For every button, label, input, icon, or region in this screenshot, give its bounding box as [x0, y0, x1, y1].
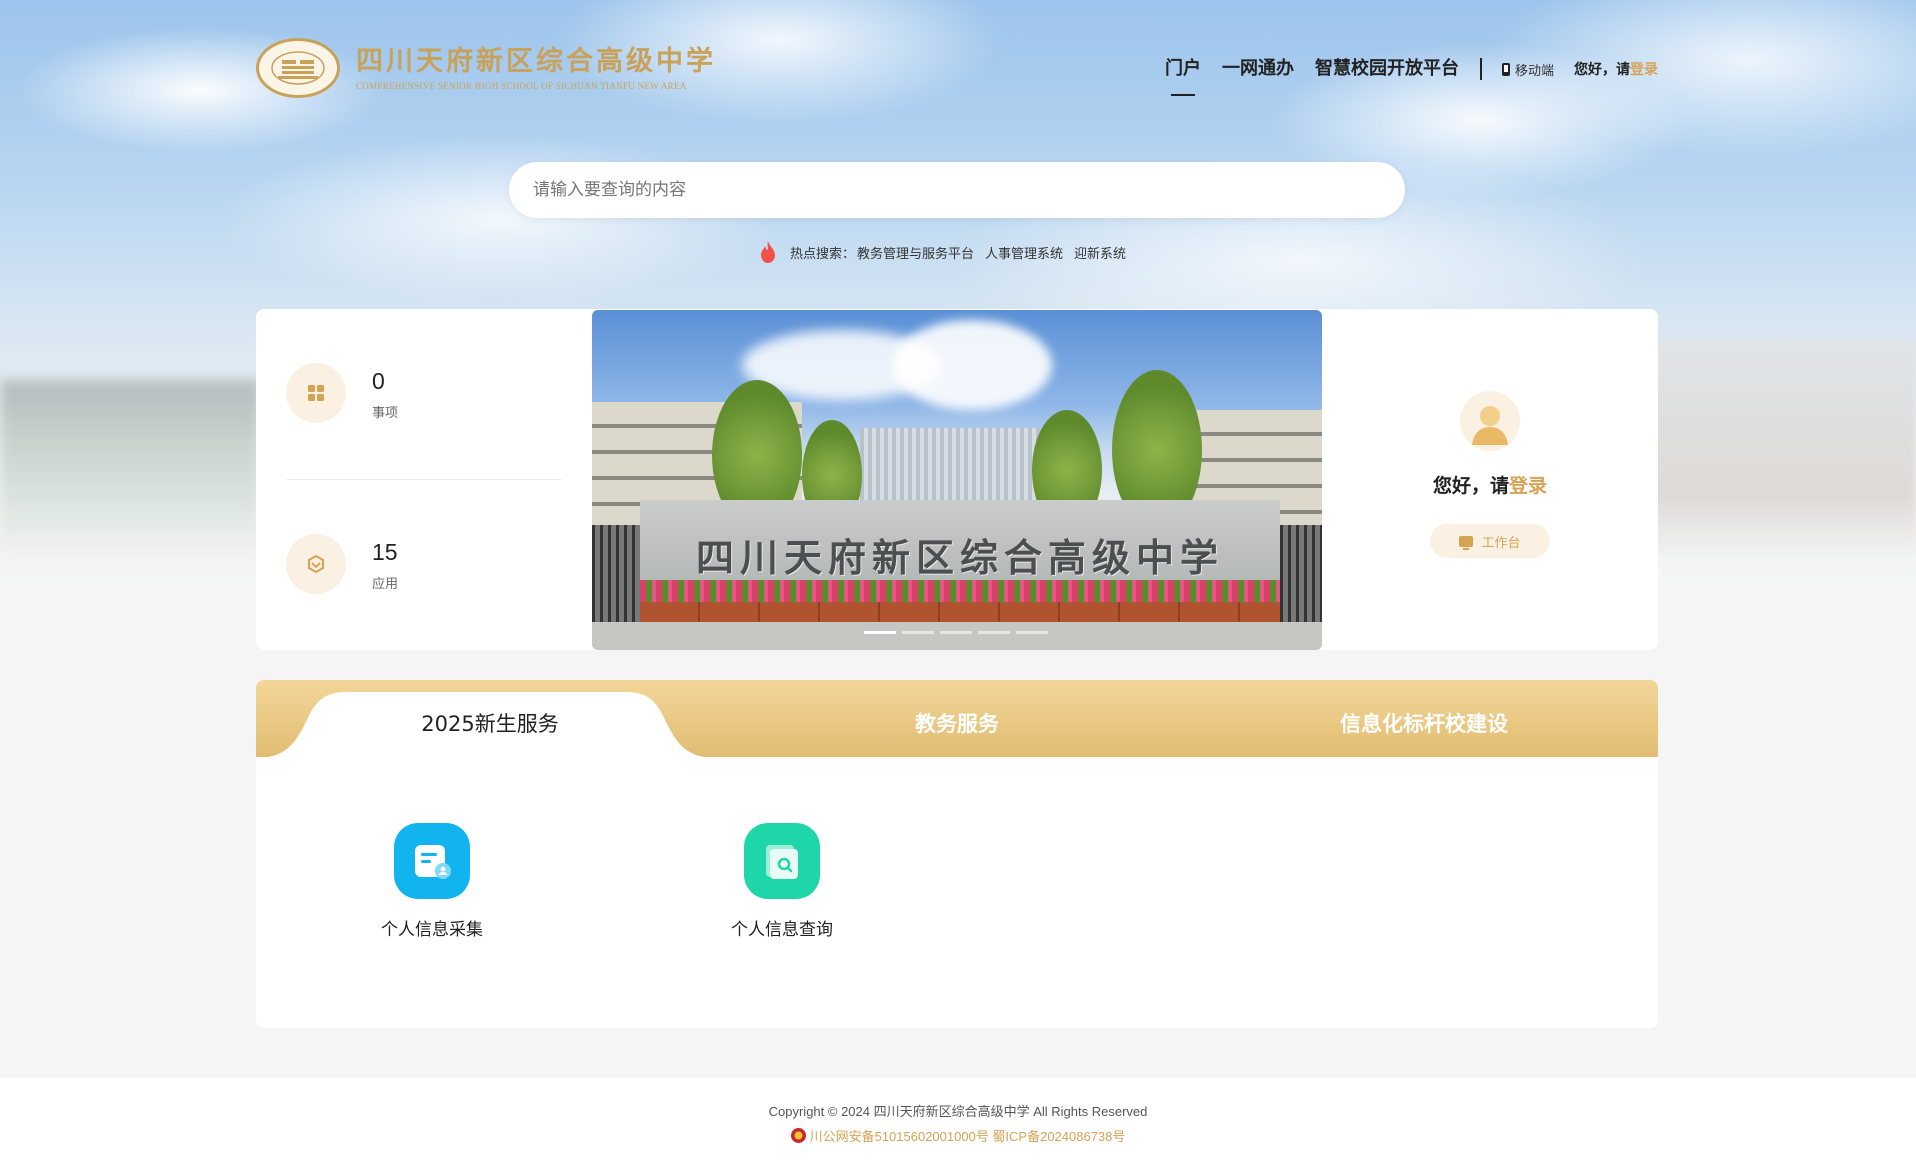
phone-icon: [1501, 62, 1510, 76]
nav-item-open-platform[interactable]: 智慧校园开放平台: [1315, 56, 1459, 82]
search-input[interactable]: [533, 180, 1381, 200]
user-greeting-text: 您好，请: [1432, 475, 1509, 497]
services-card: 2025新生服务 教务服务 信息化标杆校建设 个人信息采集 个人信息查询: [256, 680, 1658, 1028]
stat-divider: [286, 479, 562, 480]
background-building-left: [0, 380, 260, 560]
service-info-collect[interactable]: 个人信息采集: [357, 823, 507, 940]
school-name-cn: 四川天府新区综合高级中学: [356, 46, 716, 77]
top-nav: 门户 一网通办 智慧校园开放平台 移动端 您好，请登录: [1165, 56, 1658, 82]
fire-icon: [761, 241, 775, 263]
icp-info: 川公网安备51015602001000号 蜀ICP备2024086738号: [0, 1126, 1916, 1145]
tab-it-benchmark[interactable]: 信息化标杆校建设: [1274, 708, 1574, 738]
carousel-dot[interactable]: [940, 631, 972, 634]
tab-academic-services[interactable]: 教务服务: [807, 708, 1107, 738]
carousel-dot[interactable]: [864, 631, 896, 634]
service-info-collect-label: 个人信息采集: [381, 920, 483, 940]
tab-bar: 2025新生服务 教务服务 信息化标杆校建设: [256, 680, 1658, 758]
user-greeting: 您好，请登录: [1433, 471, 1547, 498]
avatar: [1460, 391, 1520, 451]
tab-freshman-services[interactable]: 2025新生服务: [340, 708, 640, 738]
stat-items[interactable]: 0 事项: [286, 363, 398, 423]
stat-apps-value: 15: [372, 538, 398, 565]
hot-search-label: 热点搜索：: [790, 246, 856, 262]
carousel-dot[interactable]: [1016, 631, 1048, 634]
carousel-dot[interactable]: [902, 631, 934, 634]
hot-link-academic[interactable]: 教务管理与服务平台: [857, 243, 974, 262]
school-logo[interactable]: 四川天府新区综合高级中学 COMPREHENSIVE SENIOR HIGH S…: [256, 38, 716, 98]
user-panel: 您好，请登录 工作台: [1322, 309, 1658, 650]
workbench-button[interactable]: 工作台: [1430, 524, 1550, 558]
police-badge-icon: [790, 1128, 806, 1143]
search-box: [509, 162, 1405, 218]
cube-icon: [286, 534, 346, 594]
carousel-indicators: [864, 631, 1054, 634]
service-info-query[interactable]: 个人信息查询: [707, 823, 857, 940]
school-name-en: COMPREHENSIVE SENIOR HIGH SCHOOL OF SICH…: [356, 81, 687, 91]
stat-apps[interactable]: 15 应用: [286, 534, 398, 594]
header-login-link[interactable]: 登录: [1630, 62, 1658, 78]
banner-gate-right: [1280, 525, 1322, 625]
hot-link-enrollment[interactable]: 迎新系统: [1074, 243, 1126, 262]
service-info-query-label: 个人信息查询: [731, 920, 833, 940]
icp-link[interactable]: 川公网安备51015602001000号 蜀ICP备2024086738号: [810, 1126, 1126, 1145]
monitor-icon: [1459, 535, 1474, 550]
school-emblem-icon: [256, 38, 340, 98]
nav-item-portal[interactable]: 门户: [1165, 56, 1201, 82]
header: 四川天府新区综合高级中学 COMPREHENSIVE SENIOR HIGH S…: [256, 36, 1658, 104]
info-query-icon: [744, 823, 820, 899]
grid-icon: [286, 363, 346, 423]
copyright-text: Copyright © 2024 四川天府新区综合高级中学 All Rights…: [768, 1104, 1148, 1119]
hot-link-hr[interactable]: 人事管理系统: [985, 243, 1063, 262]
mobile-label: 移动端: [1514, 63, 1554, 79]
workbench-label: 工作台: [1481, 535, 1521, 551]
overview-card: 0 事项 15 应用 四川天府新区综合高级中学 您好，请登录 工作台: [256, 309, 1658, 650]
stat-items-label: 事项: [372, 405, 399, 421]
info-collect-icon: [394, 823, 470, 899]
header-greeting: 您好，请登录: [1574, 59, 1658, 79]
banner-wall-text: 四川天府新区综合高级中学: [695, 534, 1224, 580]
carousel-dot[interactable]: [978, 631, 1010, 634]
stat-apps-label: 应用: [372, 576, 399, 592]
banner-gate-left: [592, 525, 640, 625]
hot-search: 热点搜索： 教务管理与服务平台 人事管理系统 迎新系统: [760, 241, 1137, 263]
banner-building-center: [860, 428, 1040, 508]
nav-divider: [1479, 58, 1482, 80]
mobile-link[interactable]: 移动端: [1501, 60, 1554, 79]
nav-item-one-stop[interactable]: 一网通办: [1222, 56, 1294, 82]
footer: Copyright © 2024 四川天府新区综合高级中学 All Rights…: [0, 1078, 1916, 1164]
stat-items-value: 0: [372, 367, 385, 394]
banner-carousel[interactable]: 四川天府新区综合高级中学: [592, 310, 1322, 650]
background-building-right: [1650, 340, 1916, 560]
header-greeting-text: 您好，请: [1574, 62, 1630, 78]
user-login-link[interactable]: 登录: [1509, 475, 1547, 497]
